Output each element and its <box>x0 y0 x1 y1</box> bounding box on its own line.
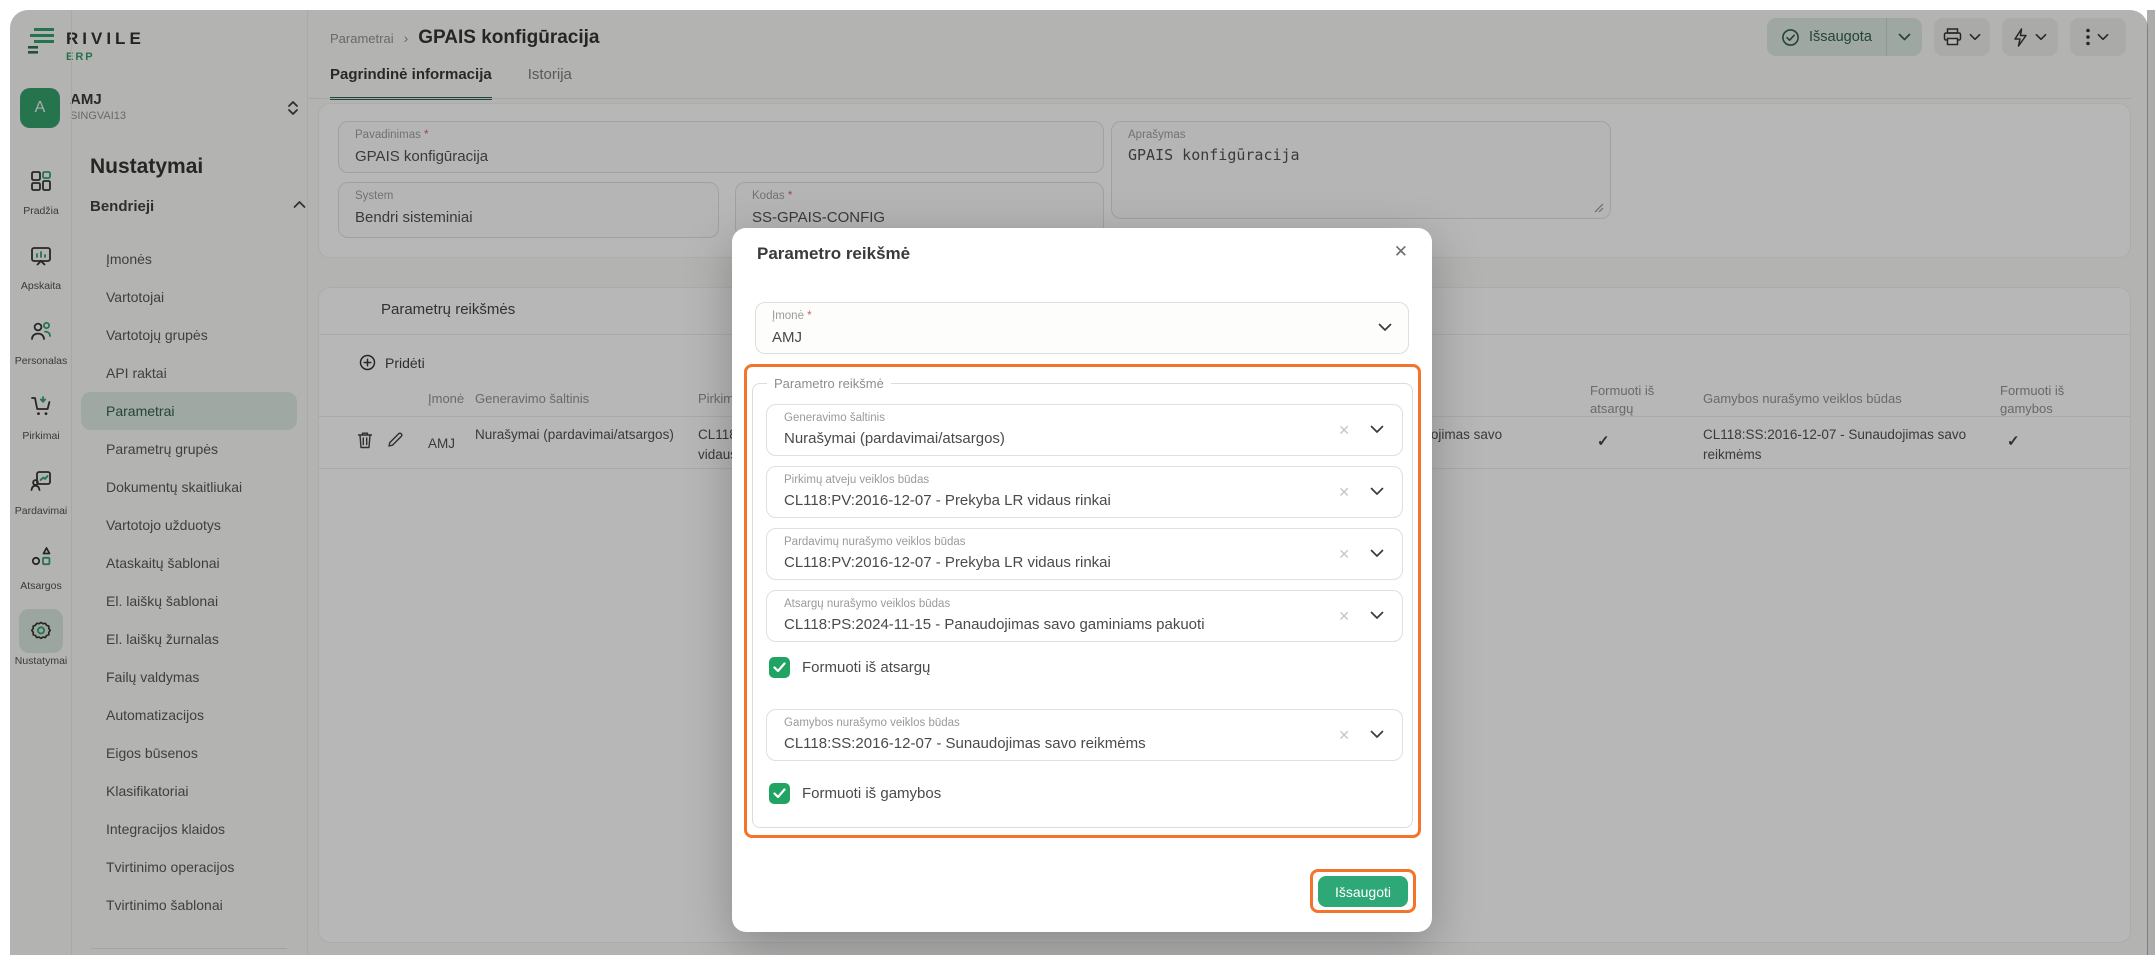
checkbox-checked-icon[interactable] <box>769 657 790 678</box>
clear-icon[interactable]: ✕ <box>1338 546 1350 563</box>
dropdown-label: Pirkimų atveju veiklos būdas <box>784 474 929 486</box>
dropdown-value: CL118:PV:2016-12-07 - Prekyba LR vidaus … <box>784 492 1111 509</box>
formuoti-is-atsargu-checkbox-row: Formuoti iš atsargų <box>769 657 930 678</box>
fieldset-legend: Parametro reikšmė <box>767 376 891 391</box>
clear-icon[interactable]: ✕ <box>1338 484 1350 501</box>
dropdown-value: CL118:PV:2016-12-07 - Prekyba LR vidaus … <box>784 554 1111 571</box>
dropdown-value: Nurašymai (pardavimai/atsargos) <box>784 430 1005 447</box>
chevron-down-icon <box>1378 323 1392 332</box>
dialog-title: Parametro reikšmė <box>757 244 910 264</box>
checkbox-label: Formuoti iš gamybos <box>802 785 941 802</box>
required-marker: * <box>807 310 811 322</box>
close-icon[interactable]: ✕ <box>1394 242 1408 262</box>
dropdown-label: Gamybos nurašymo veiklos būdas <box>784 717 960 729</box>
checkbox-checked-icon[interactable] <box>769 783 790 804</box>
chevron-down-icon <box>1370 611 1384 620</box>
atsargu-budas-select[interactable]: Atsargų nurašymo veiklos būdas CL118:PS:… <box>766 590 1403 642</box>
imone-value: AMJ <box>772 329 802 346</box>
parameter-value-dialog: Parametro reikšmė ✕ Įmonė * AMJ Parametr… <box>732 228 1432 932</box>
dropdown-label: Atsargų nurašymo veiklos būdas <box>784 598 950 610</box>
clear-icon[interactable]: ✕ <box>1338 422 1350 439</box>
dropdown-value: CL118:PS:2024-11-15 - Panaudojimas savo … <box>784 616 1205 633</box>
gamybos-budas-select[interactable]: Gamybos nurašymo veiklos būdas CL118:SS:… <box>766 709 1403 761</box>
generavimo-saltinis-select[interactable]: Generavimo šaltinis Nurašymai (pardavima… <box>766 404 1403 456</box>
dropdown-value: CL118:SS:2016-12-07 - Sunaudojimas savo … <box>784 735 1146 752</box>
page-scroll-gutter <box>2147 10 2155 955</box>
chevron-down-icon <box>1370 549 1384 558</box>
imone-label: Įmonė <box>772 310 804 322</box>
pardavimu-budas-select[interactable]: Pardavimų nurašymo veiklos būdas CL118:P… <box>766 528 1403 580</box>
chevron-down-icon <box>1370 730 1384 739</box>
parameter-value-fieldset: Parametro reikšmė Generavimo šaltinis Nu… <box>752 376 1413 828</box>
clear-icon[interactable]: ✕ <box>1338 608 1350 625</box>
pirkimu-budas-select[interactable]: Pirkimų atveju veiklos būdas CL118:PV:20… <box>766 466 1403 518</box>
clear-icon[interactable]: ✕ <box>1338 727 1350 744</box>
save-button[interactable]: Išsaugoti <box>1318 876 1408 907</box>
dropdown-label: Pardavimų nurašymo veiklos būdas <box>784 536 966 548</box>
formuoti-is-gamybos-checkbox-row: Formuoti iš gamybos <box>769 783 941 804</box>
imone-select[interactable]: Įmonė * AMJ <box>755 302 1409 354</box>
checkbox-label: Formuoti iš atsargų <box>802 659 930 676</box>
chevron-down-icon <box>1370 487 1384 496</box>
dropdown-label: Generavimo šaltinis <box>784 412 885 424</box>
chevron-down-icon <box>1370 425 1384 434</box>
